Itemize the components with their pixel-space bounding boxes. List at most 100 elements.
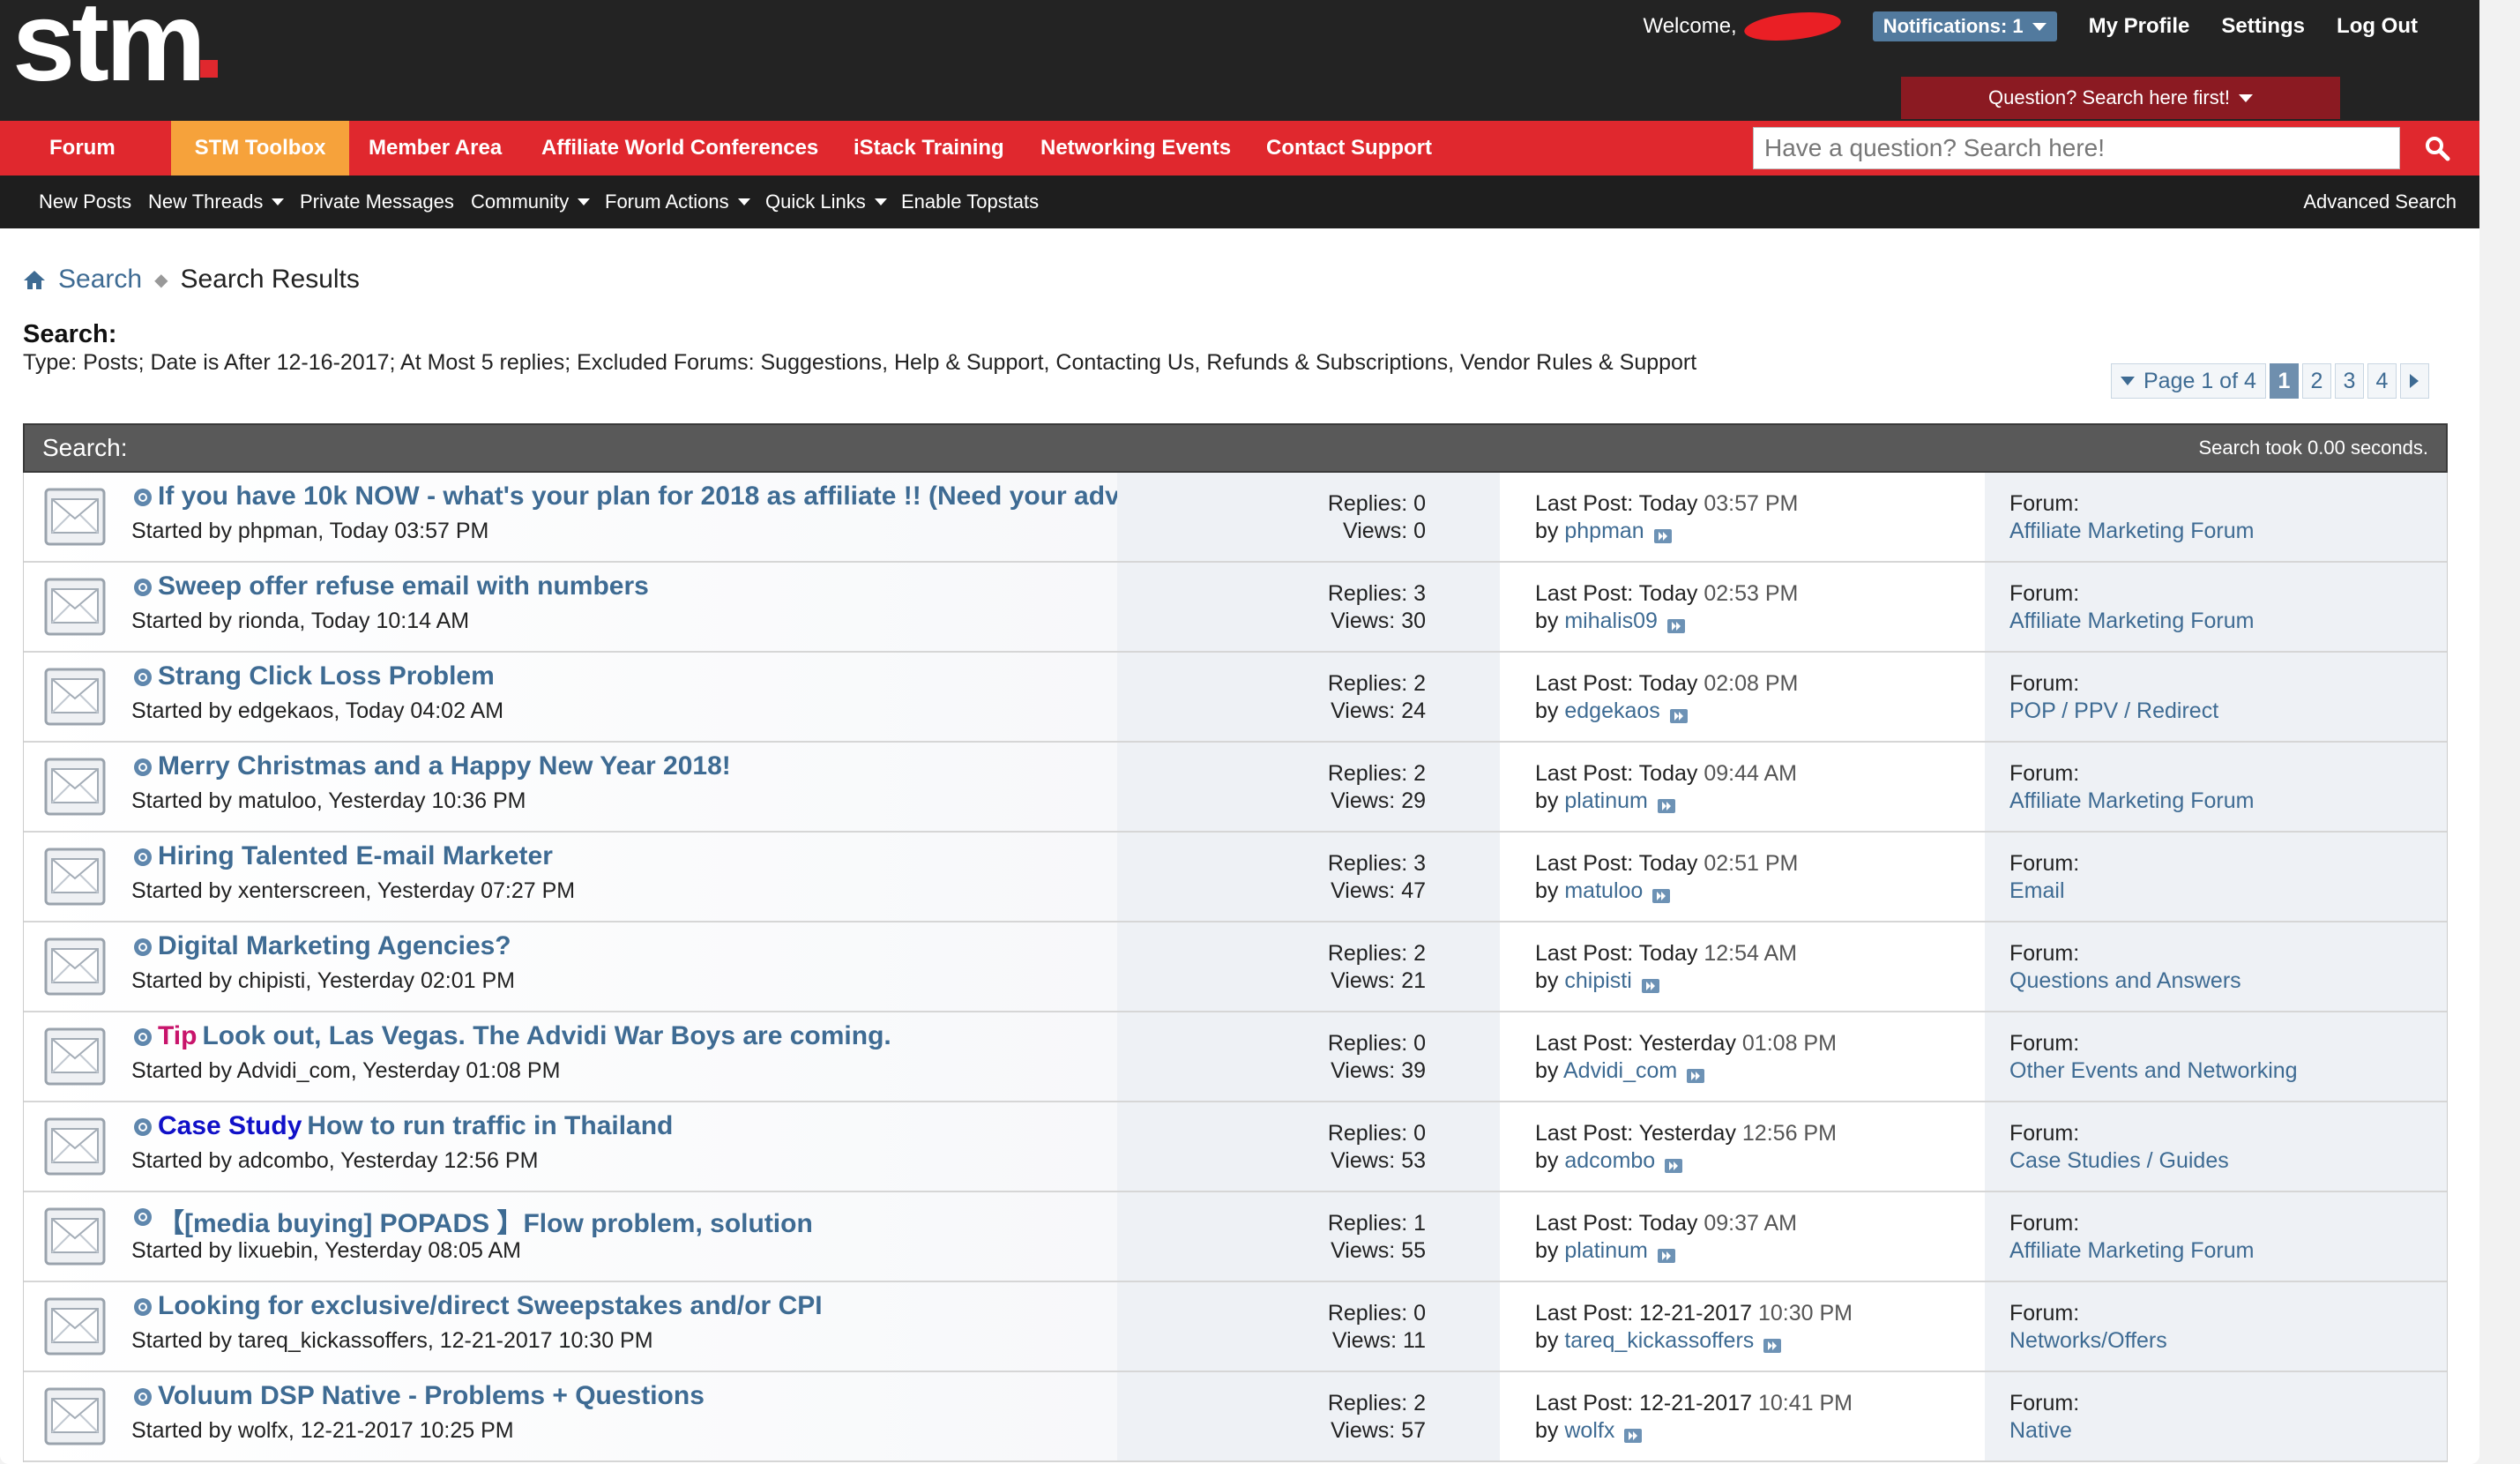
nav-affiliate-world[interactable]: Affiliate World Conferences: [518, 121, 841, 176]
page-2[interactable]: 2: [2301, 363, 2331, 399]
subnav-quick-links[interactable]: Quick Links: [765, 176, 887, 228]
page-1[interactable]: 1: [2269, 363, 2299, 399]
search-button[interactable]: [2405, 127, 2469, 169]
forum-link[interactable]: Affiliate Marketing Forum: [2009, 788, 2254, 815]
page-jump-button[interactable]: Page 1 of 4: [2111, 363, 2266, 399]
thread-started-by: Started by edgekaos, Today 04:02 AM: [131, 698, 504, 723]
page-4[interactable]: 4: [2367, 363, 2397, 399]
thread-title-link[interactable]: Hiring Talented E-mail Marketer: [158, 841, 553, 871]
subnav-community[interactable]: Community: [471, 176, 591, 228]
result-row: 【[media buying] POPADS 】Flow problem, so…: [24, 1192, 2447, 1282]
thread-status-icon[interactable]: [133, 1027, 153, 1047]
forum-link[interactable]: Email: [2009, 878, 2079, 905]
notifications-button[interactable]: Notifications: 1: [1872, 11, 2057, 41]
thread-status-icon[interactable]: [133, 488, 153, 507]
log-out-link[interactable]: Log Out: [2337, 14, 2418, 39]
nav-member-area[interactable]: Member Area: [346, 121, 525, 176]
last-post-user-link[interactable]: adcombo: [1564, 1148, 1655, 1173]
chevron-down-icon: [737, 198, 750, 205]
go-to-last-post-icon[interactable]: [1686, 1064, 1705, 1084]
thread-title-link[interactable]: Digital Marketing Agencies?: [158, 931, 511, 961]
thread-status-icon[interactable]: [133, 937, 153, 957]
thread-status-icon[interactable]: [133, 1207, 153, 1227]
forum-link[interactable]: POP / PPV / Redirect: [2009, 698, 2218, 725]
forum-link[interactable]: Questions and Answers: [2009, 967, 2241, 995]
forum-link[interactable]: Affiliate Marketing Forum: [2009, 608, 2254, 635]
thread-title-link[interactable]: Looking for exclusive/direct Sweepstakes…: [158, 1291, 823, 1321]
thread-title-link[interactable]: Case Study How to run traffic in Thailand: [158, 1111, 673, 1141]
thread-status-icon[interactable]: [133, 758, 153, 777]
go-to-last-post-icon[interactable]: [1657, 1244, 1676, 1264]
forum-link[interactable]: Networks/Offers: [2009, 1327, 2167, 1355]
views-count: Views: 29: [1331, 788, 1426, 813]
page-3[interactable]: 3: [2334, 363, 2364, 399]
subnav-new-posts[interactable]: New Posts: [39, 176, 131, 228]
thread-title-link[interactable]: Merry Christmas and a Happy New Year 201…: [158, 751, 731, 781]
nav-contact-support[interactable]: Contact Support: [1243, 121, 1455, 176]
breadcrumb-search[interactable]: Search: [58, 265, 142, 295]
forum-info: Forum: Questions and Answers: [2009, 940, 2241, 995]
go-to-last-post-icon[interactable]: [1623, 1423, 1643, 1444]
nav-networking-events[interactable]: Networking Events: [1018, 121, 1254, 176]
last-post-user-link[interactable]: chipisti: [1564, 968, 1631, 993]
forum-link[interactable]: Other Events and Networking: [2009, 1057, 2298, 1085]
subnav-new-threads[interactable]: New Threads: [148, 176, 285, 228]
go-to-last-post-icon[interactable]: [1763, 1333, 1782, 1354]
last-post-user-link[interactable]: platinum: [1564, 788, 1648, 813]
site-search-input[interactable]: Have a question? Search here!: [1753, 127, 2400, 169]
last-post-user-link[interactable]: edgekaos: [1564, 698, 1659, 723]
subnav-forum-actions[interactable]: Forum Actions: [605, 176, 750, 228]
thread-title-link[interactable]: 【[media buying] POPADS 】Flow problem, so…: [158, 1201, 813, 1240]
thread-title-link[interactable]: Voluum DSP Native - Problems + Questions: [158, 1381, 705, 1411]
thread-status-icon[interactable]: [133, 668, 153, 687]
thread-title-link[interactable]: Strang Click Loss Problem: [158, 661, 495, 691]
subnav-enable-topstats[interactable]: Enable Topstats: [901, 176, 1039, 228]
go-to-last-post-icon[interactable]: [1653, 524, 1673, 544]
thread-status-icon[interactable]: [133, 578, 153, 597]
last-post-user-link[interactable]: wolfx: [1564, 1418, 1614, 1443]
go-to-last-post-icon[interactable]: [1641, 974, 1660, 994]
forum-label: Forum:: [2009, 941, 2080, 966]
thread-title-link[interactable]: If you have 10k NOW - what's your plan f…: [158, 482, 1156, 512]
thread-title-link[interactable]: Sweep offer refuse email with numbers: [158, 571, 649, 601]
next-page-button[interactable]: [2399, 363, 2429, 399]
forum-cell: Forum: Questions and Answers: [1985, 922, 2447, 1011]
nav-stm-toolbox[interactable]: STM Toolbox: [171, 121, 349, 176]
subnav-private-messages[interactable]: Private Messages: [300, 176, 454, 228]
last-post-user-link[interactable]: Advidi_com: [1563, 1058, 1677, 1083]
forum-info: Forum: Email: [2009, 850, 2079, 905]
thread-status-icon[interactable]: [133, 1387, 153, 1407]
home-icon[interactable]: [23, 269, 46, 290]
last-post: Last Post: Today 02:08 PM by edgekaos: [1535, 670, 1798, 725]
advanced-search-link[interactable]: Advanced Search: [2303, 176, 2457, 228]
header-bar: stm Welcome, Notifications: 1 My Profile…: [0, 0, 2479, 121]
forum-link[interactable]: Affiliate Marketing Forum: [2009, 518, 2254, 545]
settings-link[interactable]: Settings: [2221, 14, 2305, 39]
go-to-last-post-icon[interactable]: [1669, 704, 1689, 724]
last-post-user-link[interactable]: platinum: [1564, 1238, 1648, 1263]
question-search-tab[interactable]: Question? Search here first!: [1901, 77, 2340, 119]
go-to-last-post-icon[interactable]: [1664, 1154, 1683, 1174]
thread-status-icon[interactable]: [133, 848, 153, 867]
nav-forum[interactable]: Forum: [26, 121, 138, 176]
last-post-user-link[interactable]: phpman: [1564, 519, 1644, 543]
go-to-last-post-icon[interactable]: [1666, 614, 1686, 634]
last-post: Last Post: Yesterday 01:08 PM by Advidi_c…: [1535, 1030, 1837, 1085]
last-post-user-link[interactable]: mihalis09: [1564, 609, 1658, 633]
my-profile-link[interactable]: My Profile: [2089, 14, 2190, 39]
thread-status-icon[interactable]: [133, 1117, 153, 1137]
go-to-last-post-icon[interactable]: [1651, 884, 1671, 904]
thread-status-icon[interactable]: [133, 1297, 153, 1317]
thread-stats-cell: Replies: 2 Views: 21: [1117, 922, 1500, 1011]
site-logo[interactable]: stm: [12, 0, 206, 99]
last-post-user-link[interactable]: matuloo: [1564, 878, 1643, 903]
forum-link[interactable]: Affiliate Marketing Forum: [2009, 1237, 2254, 1265]
last-post-user-link[interactable]: tareq_kickassoffers: [1564, 1328, 1754, 1353]
go-to-last-post-icon[interactable]: [1657, 794, 1676, 814]
thread-title-link[interactable]: Tip Look out, Las Vegas. The Advidi War B…: [158, 1021, 891, 1051]
forum-link[interactable]: Case Studies / Guides: [2009, 1147, 2229, 1175]
thread-info-cell: Merry Christmas and a Happy New Year 201…: [24, 743, 1117, 831]
nav-istack-training[interactable]: iStack Training: [831, 121, 1027, 176]
forum-cell: Forum: Affiliate Marketing Forum: [1985, 1192, 2447, 1281]
forum-link[interactable]: Native: [2009, 1417, 2079, 1445]
